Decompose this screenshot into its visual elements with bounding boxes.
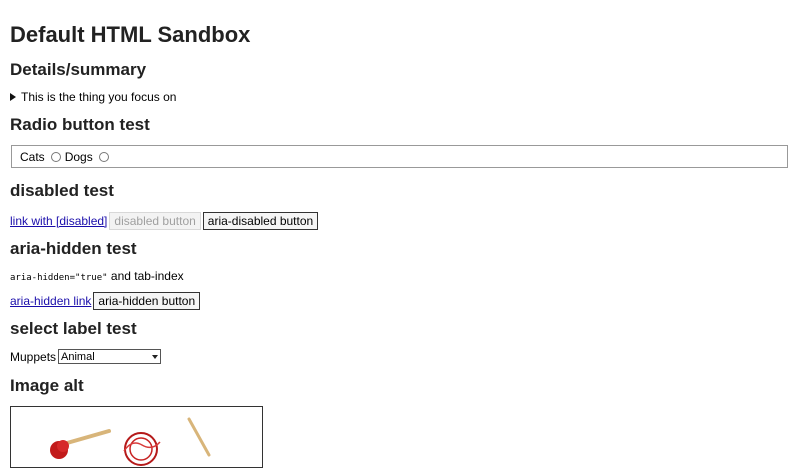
aria-hidden-description: aria-hidden="true" and tab-index [10,269,184,283]
aria-hidden-button[interactable]: aria-hidden button [93,292,201,310]
radio-heading: Radio button test [10,115,150,134]
image-heading: Image alt [10,376,84,395]
disclosure-triangle-icon [10,93,16,101]
aria-hidden-tail-text: and tab-index [110,269,184,283]
details-summary[interactable]: This is the thing you focus on [10,90,176,104]
radio-label-dogs: Dogs [64,149,93,164]
aria-hidden-row: aria-hidden link aria-hidden button [10,292,201,310]
chevron-down-icon [152,354,159,359]
select-value: Animal [61,350,95,363]
aria-disabled-button[interactable]: aria-disabled button [202,212,319,230]
disabled-button: disabled button [109,212,201,230]
radio-dogs[interactable] [98,151,109,162]
aria-hidden-heading: aria-hidden test [10,239,137,258]
radio-fieldset: Cats Dogs [11,145,788,168]
yarn-image [50,417,211,466]
aria-hidden-link[interactable]: aria-hidden link [10,294,91,308]
select-row: Muppets Animal [10,349,162,364]
radio-cats[interactable] [50,151,61,162]
details-heading: Details/summary [10,60,147,79]
disabled-link[interactable]: link with [disabled] [10,214,107,228]
disabled-row: link with [disabled] disabled button ari… [10,212,319,230]
muppets-select[interactable]: Animal [58,349,162,364]
image-frame [10,406,263,468]
radio-label-cats: Cats [20,149,45,164]
summary-text: This is the thing you focus on [21,90,177,104]
page-title: Default HTML Sandbox [10,22,251,47]
disabled-heading: disabled test [10,181,114,200]
select-heading: select label test [10,319,137,338]
aria-hidden-code: aria-hidden="true" [10,273,108,283]
select-label: Muppets [10,349,57,364]
